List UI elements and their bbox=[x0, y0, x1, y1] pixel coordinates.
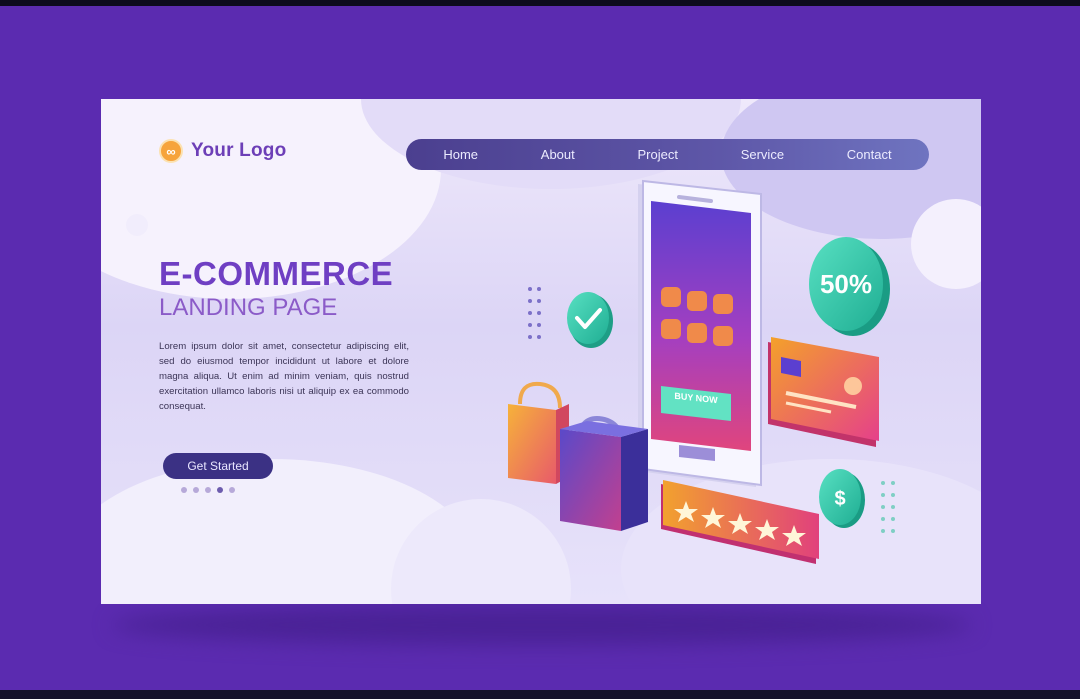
dollar-coin-icon: $ bbox=[819, 469, 865, 528]
shopping-bag-icon bbox=[560, 416, 648, 531]
coin-text: $ bbox=[834, 488, 845, 510]
rating-bar bbox=[661, 480, 819, 564]
bottom-edge bbox=[0, 690, 1080, 699]
checkmark-icon bbox=[567, 292, 613, 348]
discount-text: 50% bbox=[820, 269, 872, 299]
dot-pattern-right bbox=[881, 481, 895, 533]
dot-pattern-left bbox=[528, 287, 541, 339]
top-edge bbox=[0, 0, 1080, 6]
landing-page-card: ∞ Your Logo Home About Project Service C… bbox=[101, 99, 981, 604]
discount-badge: 50% bbox=[809, 237, 890, 336]
card-shadow bbox=[112, 605, 972, 645]
shopping-bag-icon bbox=[508, 381, 569, 484]
smartphone-illustration bbox=[638, 179, 762, 487]
credit-card-icon bbox=[768, 337, 879, 447]
ecommerce-illustration: 50% $ bbox=[508, 179, 895, 564]
